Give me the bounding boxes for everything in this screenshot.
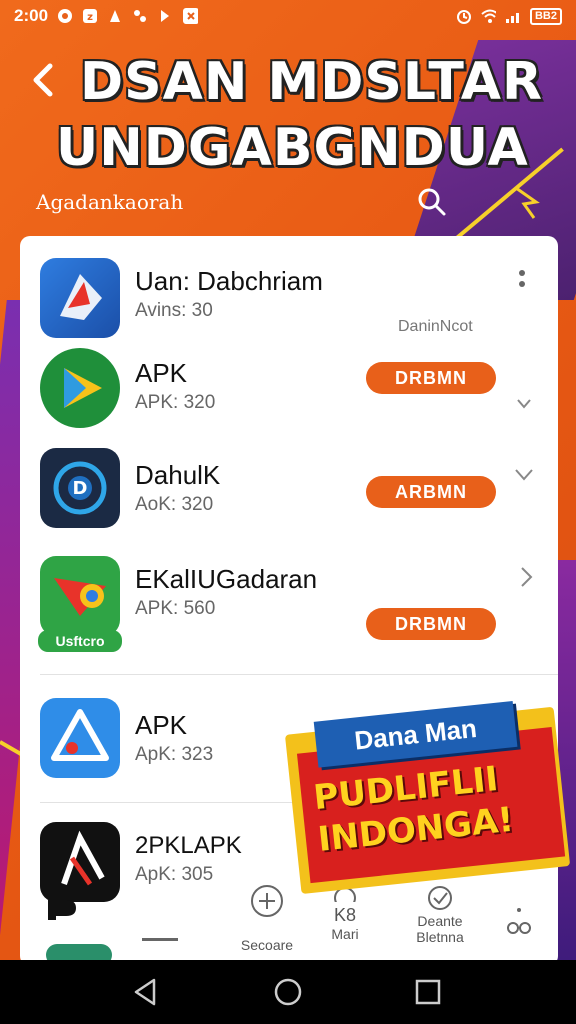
system-navigation-bar	[0, 960, 576, 1024]
search-label: Agadankaorah	[36, 190, 184, 214]
nav-item-secoare[interactable]: Secoare	[236, 884, 298, 953]
nav-indicator	[142, 938, 178, 941]
app-icon	[40, 258, 120, 338]
search-icon[interactable]	[416, 186, 448, 218]
back-arrow-icon	[33, 63, 53, 97]
nav-label: Mari	[331, 926, 359, 942]
home-circle-icon[interactable]	[270, 974, 306, 1010]
notification-icon	[132, 8, 148, 24]
promo-banner[interactable]: Dana Man PUDLIFLII INDONGA!	[277, 685, 576, 904]
app-name: APK	[135, 710, 188, 740]
app-icon: D	[40, 448, 120, 528]
notification-icon	[157, 8, 173, 24]
app-name: EKalIUGadaran	[135, 564, 318, 594]
page-title-line-1: DSAN MDSLTAR	[80, 52, 544, 112]
app-subtitle: APK: 320	[135, 392, 216, 413]
profile-icon[interactable]	[504, 906, 534, 941]
notification-icon: z	[82, 8, 98, 24]
bottom-navigation: Secoare K8 Mari Deante Bletnna	[20, 876, 558, 966]
nav-label: Secoare	[240, 937, 294, 953]
list-item[interactable]: Uan: Dabchriam Avins: 30 DaninNcot	[20, 236, 558, 340]
list-item[interactable]: APK APK: 320 DRBMN	[20, 340, 558, 444]
list-item[interactable]: Usftcro EKalIUGadaran APK: 560 DRBMN	[20, 548, 558, 672]
nav-label-top: K8	[333, 905, 357, 925]
app-name: 2PKLAPK	[135, 832, 242, 859]
back-button[interactable]	[28, 60, 68, 100]
app-extra-label: DaninNcot	[398, 318, 473, 335]
nav-label: Bletnna	[416, 929, 464, 945]
app-name: APK	[135, 358, 188, 388]
app-subtitle: APK: 560	[135, 598, 216, 619]
battery-indicator: BB2	[529, 7, 562, 25]
download-button[interactable]: DRBMN	[366, 362, 496, 394]
app-name: DahulK	[135, 460, 221, 490]
alarm-icon	[455, 8, 471, 24]
notification-icon	[57, 8, 73, 24]
svg-text:D: D	[73, 478, 88, 499]
download-button[interactable]: ARBMN	[366, 476, 496, 508]
status-time: 2:00	[14, 6, 49, 25]
app-subtitle: AoK: 320	[135, 494, 214, 515]
chevron-down-icon[interactable]	[514, 462, 534, 488]
signal-icon	[505, 8, 521, 24]
notification-icon	[107, 8, 123, 24]
decorative-lightning-icon	[510, 186, 542, 220]
status-bar: 2:00 z BB2	[0, 0, 576, 32]
app-icon	[40, 698, 120, 778]
recents-square-icon[interactable]	[410, 974, 446, 1010]
wifi-icon	[480, 8, 496, 24]
page-title-line-2: UNDGABGNDUA	[56, 118, 529, 178]
app-badge: Usftcro	[38, 630, 122, 652]
svg-text:z: z	[87, 12, 93, 23]
more-options-icon[interactable]	[516, 268, 528, 299]
logo-icon	[46, 898, 80, 927]
notification-icon	[182, 8, 199, 24]
back-triangle-icon[interactable]	[128, 974, 164, 1010]
app-subtitle: Avins: 30	[135, 300, 213, 321]
app-icon	[40, 556, 120, 636]
app-name: Uan: Dabchriam	[135, 266, 323, 296]
chevron-right-icon[interactable]	[520, 566, 534, 594]
plus-circle-icon	[251, 885, 283, 917]
chevron-down-icon[interactable]	[516, 390, 532, 416]
nav-item-bletnna[interactable]: Deante Bletnna	[408, 884, 472, 945]
app-subtitle: ApK: 323	[135, 744, 214, 765]
app-icon	[40, 348, 120, 428]
download-button[interactable]: DRBMN	[366, 608, 496, 640]
list-item[interactable]: D DahulK AoK: 320 ARBMN	[20, 444, 558, 548]
nav-label-top: Deante	[417, 913, 463, 929]
divider	[40, 674, 558, 675]
